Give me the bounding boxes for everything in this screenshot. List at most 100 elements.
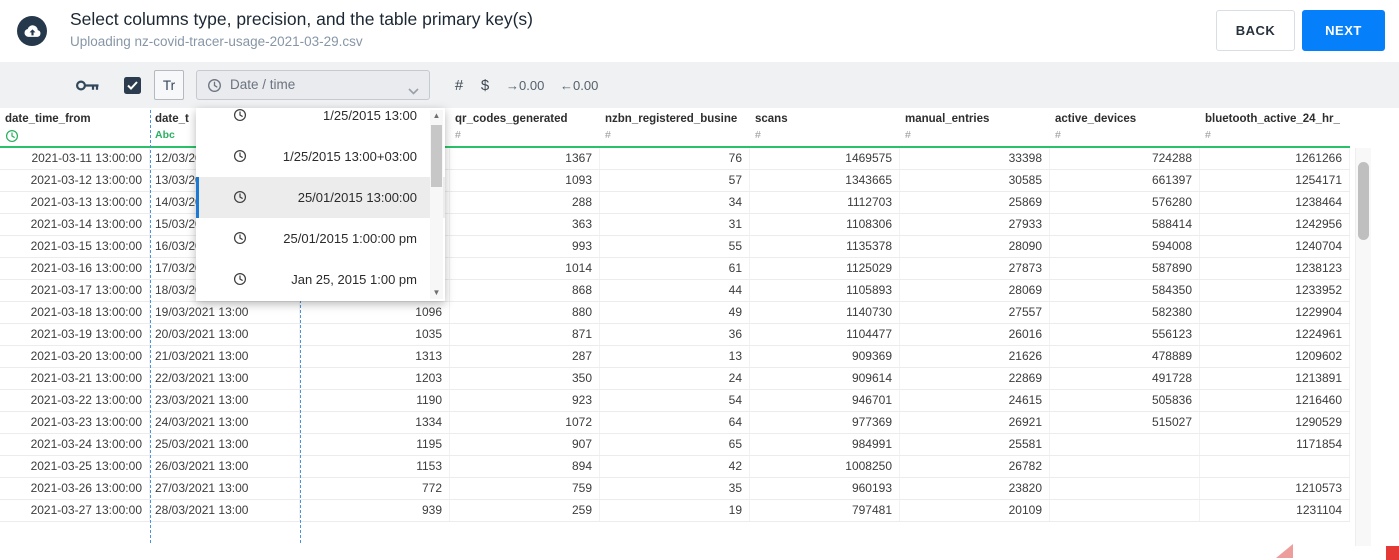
table-cell: 287 — [450, 346, 600, 367]
column-header-active_devices[interactable]: active_devices # — [1050, 108, 1200, 146]
table-cell: 49 — [600, 302, 750, 323]
table-cell: 1224961 — [1200, 324, 1350, 345]
vertical-scrollbar[interactable] — [1355, 148, 1371, 546]
format-option-label: 1/25/2015 13:00 — [323, 108, 417, 123]
table-cell: 20109 — [900, 500, 1050, 521]
table-row: 2021-03-25 13:00:00 26/03/2021 13:00 1153 8… — [0, 456, 1350, 478]
currency-type-button[interactable]: $ — [476, 74, 494, 96]
column-header-nzbn_registered_busine[interactable]: nzbn_registered_busine # — [600, 108, 750, 146]
table-cell: 588414 — [1050, 214, 1200, 235]
table-cell: 556123 — [1050, 324, 1200, 345]
table-cell: 984991 — [750, 434, 900, 455]
menu-scrollbar[interactable]: ▲ ▼ — [430, 110, 443, 299]
column-header-date_time_from[interactable]: date_time_from — [0, 108, 150, 146]
table-cell: 1014 — [450, 258, 600, 279]
decrease-precision-button[interactable]: ←0.00 — [560, 76, 598, 94]
table-cell: 22/03/2021 13:00 — [150, 368, 300, 389]
table-cell: 24 — [600, 368, 750, 389]
clock-icon — [233, 231, 247, 250]
scroll-down-icon[interactable]: ▼ — [430, 287, 443, 299]
table-cell: 2021-03-23 13:00:00 — [0, 412, 150, 433]
text-type-button[interactable]: Tr — [154, 70, 184, 100]
date-format-menu: 1/25/2015 13:00 1/25/2015 13:00+03:00 25/0… — [196, 108, 445, 301]
table-cell: 27557 — [900, 302, 1050, 323]
table-cell: 25869 — [900, 192, 1050, 213]
column-name: nzbn_registered_busine — [605, 113, 738, 125]
menu-scrollbar-thumb[interactable] — [431, 125, 442, 187]
upload-cloud-icon — [17, 16, 47, 46]
date-format-option[interactable]: Jan 25, 2015 1:00 pm — [196, 259, 445, 300]
datetime-format-select[interactable]: Date / time — [196, 70, 430, 100]
table-cell: 288 — [450, 192, 600, 213]
primary-key-icon[interactable] — [76, 79, 100, 92]
vertical-scrollbar-thumb[interactable] — [1358, 162, 1369, 240]
table-row: 2021-03-22 13:00:00 23/03/2021 13:00 1190 9… — [0, 390, 1350, 412]
number-type-label: # — [1205, 129, 1211, 141]
table-cell: 1238464 — [1200, 192, 1350, 213]
table-cell: 26016 — [900, 324, 1050, 345]
table-cell: 1171854 — [1200, 434, 1350, 455]
column-header-manual_entries[interactable]: manual_entries # — [900, 108, 1050, 146]
table-cell: 576280 — [1050, 192, 1200, 213]
text-type-label: Abc — [155, 129, 175, 141]
table-cell: 661397 — [1050, 170, 1200, 191]
scroll-corner-badge — [1386, 546, 1399, 560]
column-header-bluetooth_active_24_hr_[interactable]: bluetooth_active_24_hr_ # — [1200, 108, 1350, 146]
table-cell: 2021-03-26 13:00:00 — [0, 478, 150, 499]
scroll-up-icon[interactable]: ▲ — [430, 110, 443, 122]
table-row: 2021-03-26 13:00:00 27/03/2021 13:00 772 75… — [0, 478, 1350, 500]
date-format-option[interactable]: 25/01/2015 13:00:00 — [196, 177, 445, 218]
next-button[interactable]: NEXT — [1302, 10, 1385, 51]
clock-type-icon — [5, 129, 19, 146]
table-cell: 34 — [600, 192, 750, 213]
table-row: 2021-03-24 13:00:00 25/03/2021 13:00 1195 9… — [0, 434, 1350, 456]
column-header-qr_codes_generated[interactable]: qr_codes_generated # — [450, 108, 600, 146]
table-cell: 36 — [600, 324, 750, 345]
table-cell: 44 — [600, 280, 750, 301]
table-cell: 2021-03-19 13:00:00 — [0, 324, 150, 345]
clock-icon — [233, 108, 247, 127]
column-header-scans[interactable]: scans # — [750, 108, 900, 146]
table-cell: 946701 — [750, 390, 900, 411]
format-option-label: Jan 25, 2015 1:00 pm — [291, 272, 417, 287]
table-cell: 724288 — [1050, 148, 1200, 169]
column-format-toolbar: Tr Date / time # $ →0.00 ←0.00 — [0, 62, 1399, 109]
table-cell: 28/03/2021 13:00 — [150, 500, 300, 521]
table-row: 2021-03-19 13:00:00 20/03/2021 13:00 1035 8… — [0, 324, 1350, 346]
table-cell: 25581 — [900, 434, 1050, 455]
table-cell: 27/03/2021 13:00 — [150, 478, 300, 499]
check-icon — [127, 81, 138, 90]
table-cell: 909614 — [750, 368, 900, 389]
table-cell: 1093 — [450, 170, 600, 191]
date-format-option[interactable]: 1/25/2015 13:00 — [196, 108, 445, 136]
table-cell: 2021-03-14 13:00:00 — [0, 214, 150, 235]
number-type-label: # — [755, 129, 761, 141]
format-option-label: 25/01/2015 13:00:00 — [297, 190, 417, 205]
number-type-button[interactable]: # — [450, 74, 468, 96]
table-cell: 1261266 — [1200, 148, 1350, 169]
table-cell: 1242956 — [1200, 214, 1350, 235]
date-format-option[interactable]: 25/01/2015 1:00:00 pm — [196, 218, 445, 259]
chevron-down-icon — [408, 82, 419, 100]
table-row: 2021-03-21 13:00:00 22/03/2021 13:00 1203 3… — [0, 368, 1350, 390]
table-cell: 24/03/2021 13:00 — [150, 412, 300, 433]
include-column-checkbox[interactable] — [124, 77, 141, 94]
table-cell: 1367 — [450, 148, 600, 169]
table-cell: 23/03/2021 13:00 — [150, 390, 300, 411]
table-cell: 868 — [450, 280, 600, 301]
table-cell: 584350 — [1050, 280, 1200, 301]
column-name: manual_entries — [905, 113, 990, 125]
table-cell: 33398 — [900, 148, 1050, 169]
table-cell: 1035 — [300, 324, 450, 345]
increase-precision-button[interactable]: →0.00 — [506, 76, 544, 94]
table-cell: 61 — [600, 258, 750, 279]
back-button[interactable]: BACK — [1216, 10, 1295, 51]
table-cell: 923 — [450, 390, 600, 411]
table-cell: 2021-03-22 13:00:00 — [0, 390, 150, 411]
table-cell: 2021-03-20 13:00:00 — [0, 346, 150, 367]
table-cell: 2021-03-21 13:00:00 — [0, 368, 150, 389]
table-cell: 1213891 — [1200, 368, 1350, 389]
table-cell: 587890 — [1050, 258, 1200, 279]
table-cell: 977369 — [750, 412, 900, 433]
date-format-option[interactable]: 1/25/2015 13:00+03:00 — [196, 136, 445, 177]
